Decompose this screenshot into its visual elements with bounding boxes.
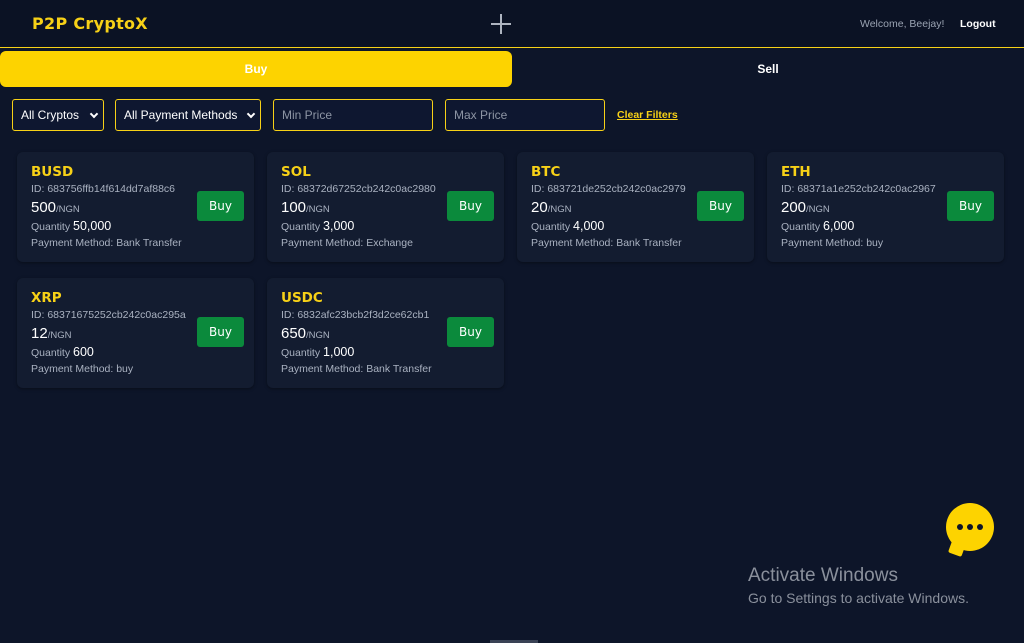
buy-button[interactable]: Buy [447, 191, 494, 221]
offer-price-unit: /NGN [306, 204, 330, 215]
offer-price-value: 200 [781, 199, 807, 216]
clear-filters-link[interactable]: Clear Filters [617, 109, 678, 121]
offer-price: 200/NGN [781, 199, 830, 216]
tab-buy[interactable]: Buy [0, 51, 512, 87]
offer-quantity-label: Quantity [31, 221, 71, 233]
offer-card: XRP ID: 68371675252cb242c0ac295a 12/NGN … [17, 278, 254, 388]
offer-card: ETH ID: 68371a1e252cb242c0ac2967 200/NGN… [767, 152, 1004, 262]
offer-price: 20/NGN [531, 199, 571, 216]
crypto-filter-value: All Cryptos [21, 108, 80, 122]
offer-card: BUSD ID: 683756ffb14f614dd7af88c6 500/NG… [17, 152, 254, 262]
offer-quantity-value: 6,000 [823, 219, 855, 233]
offer-price-unit: /NGN [547, 204, 572, 215]
offer-symbol: ETH [781, 164, 811, 180]
buy-button[interactable]: Buy [197, 191, 244, 221]
min-price-input[interactable] [282, 108, 424, 122]
offer-payment-method: Payment Method: Bank Transfer [31, 237, 182, 249]
offer-quantity-label: Quantity [281, 347, 321, 359]
chevron-down-icon [246, 109, 256, 119]
offer-symbol: BTC [531, 164, 561, 180]
offer-price-unit: /NGN [306, 330, 330, 341]
payment-filter-value: All Payment Methods [124, 108, 238, 122]
offer-price: 650/NGN [281, 325, 330, 342]
offer-quantity: Quantity 1,000 [281, 345, 354, 359]
offer-price-value: 100 [281, 199, 307, 216]
offer-payment-method: Payment Method: buy [781, 237, 884, 249]
offer-id: ID: 6832afc23bcb2f3d2ce62cb1 [281, 309, 430, 321]
offer-symbol: XRP [31, 290, 62, 306]
offer-price-value: 500 [31, 199, 57, 216]
crypto-filter-select[interactable]: All Cryptos [12, 99, 104, 131]
offer-price-unit: /NGN [47, 330, 72, 341]
offer-price-value: 650 [281, 325, 307, 342]
max-price-field[interactable] [445, 99, 605, 131]
offer-price-value: 12 [31, 325, 48, 342]
offer-quantity-value: 600 [73, 345, 94, 359]
offer-quantity-value: 3,000 [323, 219, 355, 233]
chat-dot [977, 524, 983, 530]
offer-payment-method: Payment Method: buy [31, 363, 134, 375]
offer-payment-method: Payment Method: Exchange [281, 237, 413, 249]
offer-price: 100/NGN [281, 199, 330, 216]
logout-link[interactable]: Logout [960, 18, 996, 30]
buy-button[interactable]: Buy [697, 191, 744, 221]
offer-price: 500/NGN [31, 199, 80, 216]
offer-card: SOL ID: 68372d67252cb242c0ac2980 100/NGN… [267, 152, 504, 262]
offer-quantity: Quantity 3,000 [281, 219, 354, 233]
offer-card: USDC ID: 6832afc23bcb2f3d2ce62cb1 650/NG… [267, 278, 504, 388]
offer-quantity: Quantity 50,000 [31, 219, 111, 233]
offer-quantity-label: Quantity [531, 221, 571, 233]
offer-symbol: USDC [281, 290, 323, 306]
chat-dot [957, 524, 963, 530]
offer-quantity-label: Quantity [31, 347, 71, 359]
chat-dot [967, 524, 973, 530]
offer-quantity-label: Quantity [781, 221, 821, 233]
offer-quantity-label: Quantity [281, 221, 321, 233]
offer-quantity: Quantity 6,000 [781, 219, 854, 233]
offer-quantity-value: 4,000 [573, 219, 605, 233]
min-price-field[interactable] [273, 99, 433, 131]
offer-id: ID: 68371675252cb242c0ac295a [31, 309, 186, 321]
max-price-input[interactable] [454, 108, 596, 122]
chevron-down-icon [89, 109, 99, 119]
offer-price-unit: /NGN [806, 204, 830, 215]
payment-method-filter-select[interactable]: All Payment Methods [115, 99, 261, 131]
buy-button[interactable]: Buy [197, 317, 244, 347]
offer-price-value: 20 [531, 199, 548, 216]
offer-id: ID: 683756ffb14f614dd7af88c6 [31, 183, 176, 195]
buy-button[interactable]: Buy [947, 191, 994, 221]
offer-quantity: Quantity 4,000 [531, 219, 604, 233]
offer-symbol: SOL [281, 164, 311, 180]
activate-windows-subtitle: Go to Settings to activate Windows. [748, 590, 969, 606]
offer-id: ID: 683721de252cb242c0ac2979 [531, 183, 686, 195]
offer-payment-method: Payment Method: Bank Transfer [531, 237, 682, 249]
offer-price-unit: /NGN [56, 204, 80, 215]
buy-button[interactable]: Buy [447, 317, 494, 347]
offer-payment-method: Payment Method: Bank Transfer [281, 363, 432, 375]
activate-windows-title: Activate Windows [748, 565, 898, 586]
offer-card: BTC ID: 683721de252cb242c0ac2979 20/NGN … [517, 152, 754, 262]
offer-price: 12/NGN [31, 325, 71, 342]
chat-bubble-icon[interactable] [946, 503, 994, 551]
top-nav-bar: P2P CryptoX Welcome, Beejay! Logout [0, 0, 1024, 48]
offer-quantity: Quantity 600 [31, 345, 94, 359]
offer-quantity-value: 1,000 [323, 345, 355, 359]
offer-id: ID: 68371a1e252cb242c0ac2967 [781, 183, 936, 195]
app-logo[interactable]: P2P CryptoX [32, 14, 148, 33]
offer-id: ID: 68372d67252cb242c0ac2980 [281, 183, 436, 195]
welcome-text: Welcome, Beejay! [860, 18, 945, 30]
tab-sell[interactable]: Sell [512, 51, 1024, 87]
offer-symbol: BUSD [31, 164, 74, 180]
plus-icon[interactable] [491, 14, 511, 34]
offer-quantity-value: 50,000 [73, 219, 112, 233]
